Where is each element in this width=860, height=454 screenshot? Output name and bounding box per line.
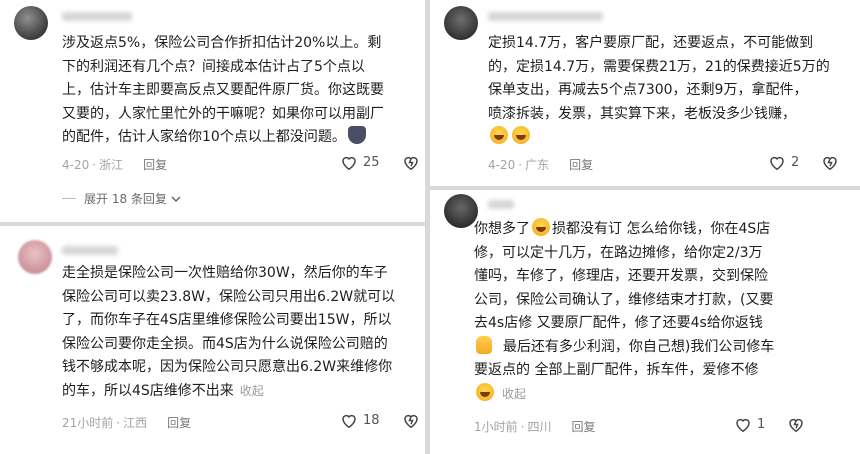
- laugh-emoji: [512, 126, 530, 144]
- comment-text: 定损14.7万，客户要原厂配，还要返点，不可能做到 的，定损14.7万，需要保费…: [488, 32, 830, 150]
- avatar[interactable]: [18, 240, 52, 274]
- avatar[interactable]: [14, 6, 48, 40]
- dislike-icon[interactable]: [787, 416, 805, 433]
- username[interactable]: [488, 12, 603, 21]
- comment-text: 你想多了 损都没有订 怎么给你钱，你在4S店 修，可以定十几万，在路边摊修，给你定…: [474, 218, 774, 406]
- comment-text: 走全损是保险公司一次性赔给你30W，然后你的车子 保险公司可以卖23.8W，保险…: [62, 265, 396, 399]
- timestamp: 21小时前: [62, 416, 114, 430]
- like-count: 18: [363, 413, 380, 428]
- timestamp: 4-20: [62, 157, 90, 172]
- reply-button[interactable]: 回复: [569, 156, 593, 173]
- expand-replies-button[interactable]: 展开 18 条回复: [62, 190, 182, 207]
- laugh-emoji: [490, 126, 508, 144]
- username[interactable]: [62, 12, 132, 21]
- dislike-icon[interactable]: [402, 412, 420, 429]
- reply-button[interactable]: 回复: [143, 156, 167, 173]
- avatar[interactable]: [444, 6, 478, 40]
- heart-icon[interactable]: [768, 154, 786, 171]
- location: 四川: [527, 420, 552, 434]
- heart-icon[interactable]: [340, 154, 358, 171]
- reply-button[interactable]: 回复: [167, 414, 191, 431]
- thumbs-up-emoji: [476, 335, 492, 354]
- collapse-button[interactable]: 收起: [502, 387, 526, 401]
- heart-icon[interactable]: [734, 416, 752, 433]
- location: 江西: [123, 416, 148, 430]
- collapse-button[interactable]: 收起: [240, 384, 264, 398]
- laugh-emoji: [532, 218, 550, 236]
- avatar[interactable]: [444, 194, 478, 228]
- comment-card: 定损14.7万，客户要原厂配，还要返点，不可能做到 的，定损14.7万，需要保费…: [430, 0, 860, 186]
- like-count: 1: [757, 417, 766, 432]
- comment-meta: 4-20 · 广东 回复: [488, 156, 594, 173]
- comment-card: 走全损是保险公司一次性赔给你30W，然后你的车子 保险公司可以卖23.8W，保险…: [0, 226, 425, 454]
- location: 浙江: [99, 158, 124, 172]
- chevron-down-icon: [171, 195, 181, 202]
- comment-meta: 21小时前 · 江西 回复: [62, 414, 192, 431]
- location: 广东: [525, 158, 550, 172]
- like-count: 25: [363, 155, 380, 170]
- expand-label: 展开 18 条回复: [84, 192, 167, 206]
- dislike-icon[interactable]: [821, 154, 839, 171]
- comment-meta: 4-20 · 浙江 回复: [62, 156, 168, 173]
- heart-icon[interactable]: [340, 412, 358, 429]
- like-count: 2: [791, 155, 800, 170]
- username[interactable]: [62, 246, 118, 255]
- comment-text: 涉及返点5%，保险公司合作折扣估计20%以上。剩 下的利润还有几个点？间接成本估…: [62, 35, 384, 145]
- timestamp: 4-20: [488, 157, 516, 172]
- comment-card: 你想多了 损都没有订 怎么给你钱，你在4S店 修，可以定十几万，在路边摊修，给你定…: [430, 190, 860, 454]
- dislike-icon[interactable]: [402, 154, 420, 171]
- timestamp: 1小时前: [474, 420, 518, 434]
- reply-button[interactable]: 回复: [571, 418, 595, 435]
- comment-meta: 1小时前 · 四川 回复: [474, 418, 596, 435]
- comment-card: 涉及返点5%，保险公司合作折扣估计20%以上。剩 下的利润还有几个点？间接成本估…: [0, 0, 425, 222]
- cat-emoji: [347, 126, 366, 144]
- laugh-emoji: [476, 382, 494, 401]
- username[interactable]: [488, 200, 514, 209]
